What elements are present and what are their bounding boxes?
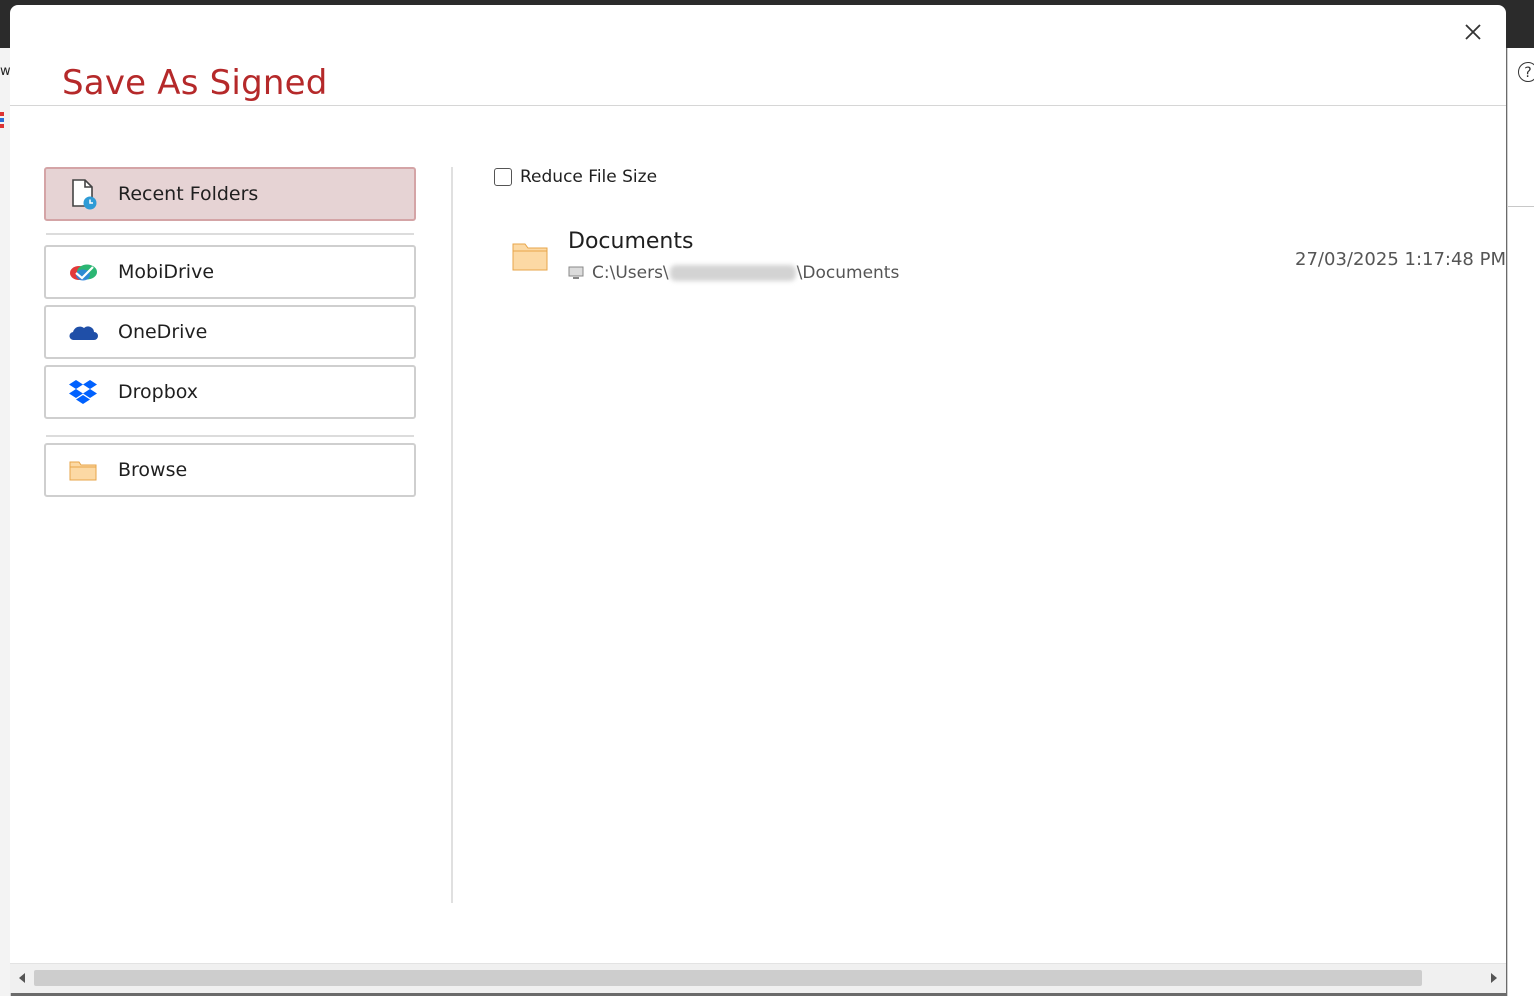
sidebar-separator (46, 233, 414, 235)
folder-icon (512, 243, 548, 271)
sidebar-separator (46, 435, 414, 437)
onedrive-icon (66, 315, 100, 349)
dropbox-icon (66, 375, 100, 409)
scroll-right-arrow-icon[interactable] (1488, 970, 1500, 986)
title-divider (10, 105, 1506, 106)
background-app-mark-icon (0, 112, 4, 128)
recent-document-icon (66, 177, 100, 211)
folder-icon (66, 453, 100, 487)
folder-modified-date: 27/03/2025 1:17:48 PM (1295, 249, 1506, 270)
mobidrive-icon (66, 255, 100, 289)
scrollbar-thumb[interactable] (34, 970, 1422, 986)
pane-divider (451, 167, 453, 903)
folder-path: C:\Users\ \Documents (568, 263, 899, 283)
horizontal-scrollbar[interactable] (10, 963, 1506, 993)
sidebar-item-mobidrive[interactable]: MobiDrive (44, 245, 416, 299)
folder-path-prefix: C:\Users\ (592, 263, 669, 283)
sidebar-item-dropbox[interactable]: Dropbox (44, 365, 416, 419)
sidebar-item-label: OneDrive (118, 321, 208, 343)
scroll-left-arrow-icon[interactable] (16, 970, 28, 986)
dialog-title: Save As Signed (62, 63, 328, 103)
sidebar-item-label: Recent Folders (118, 183, 259, 205)
reduce-file-size-option[interactable]: Reduce File Size (494, 167, 657, 187)
recent-folder-item[interactable]: Documents C:\Users\ \Documents 27/03/202… (498, 227, 1506, 289)
reduce-file-size-checkbox[interactable] (494, 168, 512, 186)
folder-name: Documents (568, 229, 694, 254)
sidebar-item-browse[interactable]: Browse (44, 443, 416, 497)
save-as-signed-dialog: Save As Signed Recent Folders MobiDrive … (10, 5, 1506, 993)
folder-path-suffix: \Documents (796, 263, 900, 283)
sidebar-item-label: MobiDrive (118, 261, 215, 283)
sidebar-item-label: Browse (118, 459, 188, 481)
close-icon (1465, 24, 1481, 40)
sidebar-item-recent-folders[interactable]: Recent Folders (44, 167, 416, 221)
reduce-file-size-label: Reduce File Size (520, 167, 658, 187)
sidebar-item-label: Dropbox (118, 381, 199, 403)
help-icon[interactable]: ? (1518, 62, 1534, 82)
background-app-divider (1508, 206, 1534, 207)
redacted-username (669, 265, 796, 281)
close-button[interactable] (1458, 17, 1488, 47)
sidebar-item-onedrive[interactable]: OneDrive (44, 305, 416, 359)
computer-icon (568, 266, 584, 279)
background-app-right-edge (1507, 48, 1534, 996)
